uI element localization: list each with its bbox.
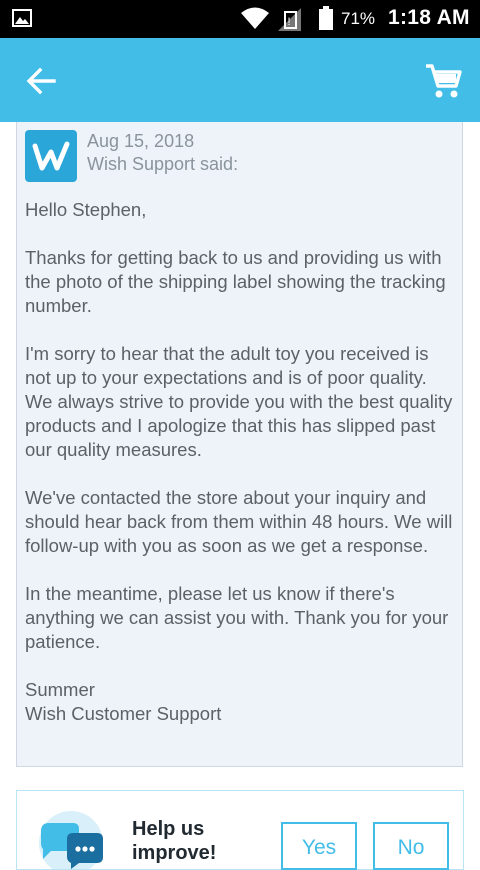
battery-icon (319, 6, 333, 30)
support-message-card: Aug 15, 2018 Wish Support said: Hello St… (16, 122, 463, 767)
message-paragraph: We've contacted the store about your inq… (25, 487, 453, 556)
wish-logo-icon (32, 141, 70, 171)
wish-logo-avatar (25, 130, 77, 182)
message-sender: Wish Support said: (87, 154, 239, 174)
signature-team: Wish Customer Support (25, 703, 222, 724)
back-arrow-icon[interactable] (24, 64, 58, 98)
signature-name: Summer (25, 679, 95, 700)
feedback-title: Help us improve! (132, 818, 217, 864)
chat-bubbles-icon (39, 811, 103, 869)
message-paragraph: Thanks for getting back to us and provid… (25, 247, 446, 316)
message-signature: Summer Wish Customer Support (25, 678, 455, 726)
feedback-no-button[interactable]: No (373, 822, 449, 870)
feedback-card: Help us improve! Yes No (16, 790, 464, 870)
shopping-cart-icon[interactable] (424, 62, 462, 100)
battery-percent: 71% (341, 9, 376, 28)
message-greeting: Hello Stephen, (25, 199, 147, 220)
status-bar: ! 71% 1:18 AM (0, 0, 480, 38)
no-sim-icon: ! (278, 8, 301, 31)
message-date: Aug 15, 2018 (87, 131, 195, 151)
feedback-yes-button[interactable]: Yes (281, 822, 357, 870)
message-paragraph: In the meantime, please let us know if t… (25, 583, 449, 652)
clock: 1:18 AM (388, 6, 470, 29)
app-bar (0, 38, 480, 122)
message-body: Hello Stephen, Thanks for getting back t… (25, 198, 455, 726)
gallery-icon (12, 9, 32, 27)
message-paragraph: I'm sorry to hear that the adult toy you… (25, 343, 453, 460)
svg-text:!: ! (288, 16, 291, 28)
wifi-icon (241, 7, 269, 29)
